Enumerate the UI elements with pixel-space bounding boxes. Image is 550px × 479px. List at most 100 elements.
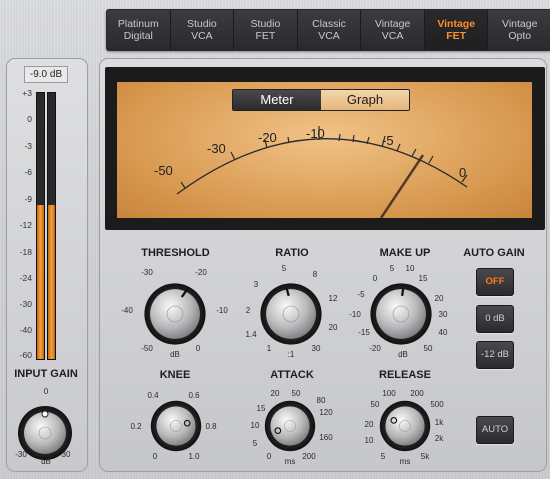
knee-label: 0.8 [205,422,217,431]
ratio-label: 1.4 [245,330,257,339]
ratio-unit: :1 [287,350,295,359]
knee-knob[interactable] [148,398,204,454]
ratio-label: 2 [245,306,251,315]
release-label: 50 [370,400,380,409]
knee-label: 0.2 [130,422,142,431]
makeup-label: 15 [418,274,428,283]
ratio-label: 20 [328,323,338,332]
makeup-label: 40 [438,328,448,337]
input-meter-fill [37,204,44,359]
attack-title: ATTACK [270,369,314,381]
release-label: 1k [434,418,444,427]
threshold-knob[interactable] [141,280,209,348]
makeup-label: 0 [372,274,378,283]
ratio-label: 5 [281,264,287,273]
threshold-label: -20 [195,268,207,277]
input-meter-right [47,92,56,360]
makeup-label: 5 [389,264,395,273]
threshold-label: -10 [216,306,228,315]
knee-label: 0.4 [147,391,159,400]
meter-scale-label: -3 [24,141,32,151]
meter-scale-label: -40 [19,325,32,335]
meter-scale-label: -30 [19,299,32,309]
makeup-label: 10 [405,264,415,273]
vu-scale-arc [176,126,468,218]
input-meter-left [36,92,45,360]
auto-gain-minus12-button[interactable]: -12 dB [476,341,514,369]
tab-vintage-opto[interactable]: Vintage Opto [488,10,550,50]
ratio-label: 12 [328,294,338,303]
threshold-label: -40 [121,306,133,315]
release-label: 5 [380,452,386,461]
makeup-label: -20 [369,344,381,353]
attack-label: 80 [316,396,326,405]
auto-release-button[interactable]: AUTO [476,416,514,444]
ratio-label: 30 [311,344,321,353]
tab-studio-vca[interactable]: Studio VCA [170,10,235,50]
meter-scale-label: -24 [19,273,32,283]
release-unit: ms [399,457,411,466]
makeup-unit: dB [398,350,408,359]
attack-label: 50 [291,389,301,398]
attack-unit: ms [284,457,296,466]
threshold-title: THRESHOLD [141,247,210,259]
attack-knob[interactable] [262,398,318,454]
makeup-label: -5 [357,290,365,299]
threshold-label: -50 [141,344,153,353]
makeup-label: -10 [349,310,361,319]
tab-classic-vca[interactable]: Classic VCA [297,10,362,50]
threshold-label: -30 [141,268,153,277]
vu-needle [379,154,425,218]
auto-gain-off-button[interactable]: OFF [476,268,514,296]
input-gain-label: 0 [43,387,49,396]
release-label: 500 [430,400,444,409]
ratio-title: RATIO [275,247,309,259]
attack-label: 0 [266,452,272,461]
knee-label: 1.0 [188,452,200,461]
auto-gain-0db-button[interactable]: 0 dB [476,305,514,333]
release-label: 10 [364,436,374,445]
attack-label: 5 [252,439,258,448]
makeup-label: 50 [423,344,433,353]
meter-scale-label: 0 [27,114,32,124]
tab-platinum-digital[interactable]: Platinum Digital [107,10,171,50]
makeup-title: MAKE UP [379,247,431,259]
release-label: 2k [434,434,444,443]
attack-label: 200 [302,452,316,461]
makeup-knob[interactable] [367,280,435,348]
attack-label: 10 [250,421,260,430]
input-meter-fill [48,204,55,359]
input-gain-knob[interactable] [15,403,75,463]
meter-scale-label: +3 [22,88,32,98]
ratio-label: 1 [266,344,272,353]
meter-scale-label: -9 [24,194,32,204]
makeup-label: -15 [358,328,370,337]
knee-label: 0 [152,452,158,461]
threshold-label: 0 [195,344,201,353]
meter-scale-label: -6 [24,167,32,177]
input-level-readout: -9.0 dB [24,66,68,83]
auto-gain-title: AUTO GAIN [463,247,525,259]
release-label: 200 [410,389,424,398]
meter-scale-label: -12 [19,220,32,230]
release-label: 20 [364,420,374,429]
threshold-unit: dB [170,350,180,359]
tab-vintage-fet[interactable]: Vintage FET [424,10,489,50]
tab-vintage-vca[interactable]: Vintage VCA [361,10,425,50]
attack-label: 20 [270,389,280,398]
release-knob[interactable] [377,398,433,454]
knee-title: KNEE [159,369,191,381]
meter-scale-label: -18 [19,247,32,257]
release-label: 100 [382,389,396,398]
ratio-label: 3 [253,280,259,289]
attack-label: 160 [319,433,333,442]
tab-studio-fet[interactable]: Studio FET [234,10,298,50]
ratio-knob[interactable] [257,280,325,348]
makeup-label: 30 [438,310,448,319]
model-tabs: Platinum Digital Studio VCA Studio FET C… [106,9,550,51]
knee-label: 0.6 [188,391,200,400]
release-title: RELEASE [379,369,431,381]
release-label: 5k [420,452,430,461]
ratio-label: 8 [312,270,318,279]
input-gain-title: INPUT GAIN [14,368,78,380]
